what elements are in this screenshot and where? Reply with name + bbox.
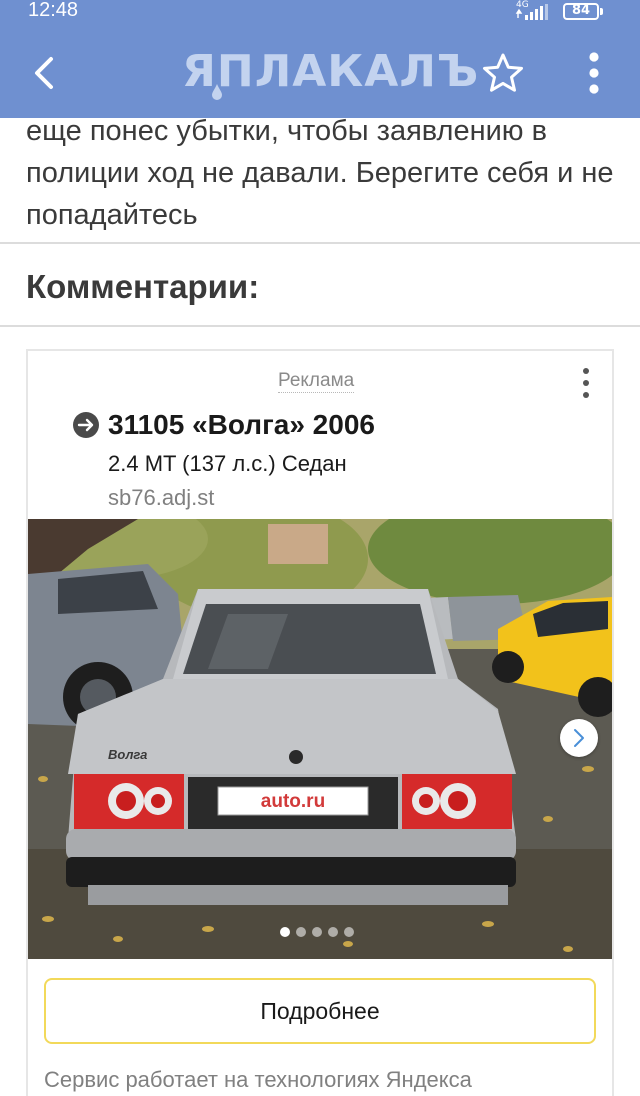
- carousel-dot[interactable]: [312, 927, 322, 937]
- carousel-dot[interactable]: [328, 927, 338, 937]
- comments-heading: Комментарии:: [26, 268, 260, 305]
- model-badge: Волга: [108, 747, 147, 762]
- back-button[interactable]: [22, 50, 68, 96]
- more-details-button[interactable]: Подробнее: [44, 978, 596, 1044]
- ad-label[interactable]: Реклама: [278, 370, 355, 393]
- ad-more-vertical-icon[interactable]: [576, 365, 596, 401]
- next-slide-button[interactable]: [560, 719, 598, 757]
- app-header: 12:48 4G 84 ЯПЛАКАЛЪ: [0, 0, 640, 118]
- logo-tear-icon: [212, 84, 222, 100]
- plate-text: auto.ru: [261, 791, 325, 812]
- site-logo[interactable]: ЯПЛАКАЛЪ: [182, 44, 478, 100]
- carousel-dot[interactable]: [344, 927, 354, 937]
- arrow-right-circle-icon: [73, 412, 99, 438]
- divider: [0, 242, 640, 244]
- star-outline-icon[interactable]: [482, 52, 524, 94]
- carousel-dot[interactable]: [296, 927, 306, 937]
- more-vertical-icon[interactable]: [578, 48, 610, 98]
- ad-card[interactable]: Реклама 31105 «Волга» 2006 2.4 MT (137 л…: [26, 349, 614, 1096]
- chevron-left-icon: [35, 57, 53, 89]
- ad-photo[interactable]: auto.ru Волга: [28, 519, 612, 959]
- battery-level: 84: [571, 3, 591, 18]
- signal-icon: [515, 4, 548, 20]
- battery-icon: 84: [563, 3, 599, 20]
- carousel-dot[interactable]: [280, 927, 290, 937]
- ad-title[interactable]: 31105 «Волга» 2006: [108, 409, 375, 441]
- ad-footer-text: Сервис работает на технологиях Яндекса: [44, 1067, 472, 1092]
- ad-domain[interactable]: sb76.adj.st: [108, 485, 214, 511]
- ad-subtitle: 2.4 MT (137 л.с.) Седан: [108, 451, 347, 476]
- carousel-dots: [280, 925, 364, 939]
- chevron-right-icon: [574, 729, 584, 747]
- battery-tip: [600, 8, 603, 15]
- divider: [0, 325, 640, 327]
- article-text: еще понес убытки, чтобы заявлению в поли…: [26, 115, 614, 231]
- status-bar: 12:48 4G 84: [0, 0, 640, 24]
- status-time: 12:48: [28, 0, 79, 21]
- car-photo: auto.ru Волга: [28, 519, 612, 959]
